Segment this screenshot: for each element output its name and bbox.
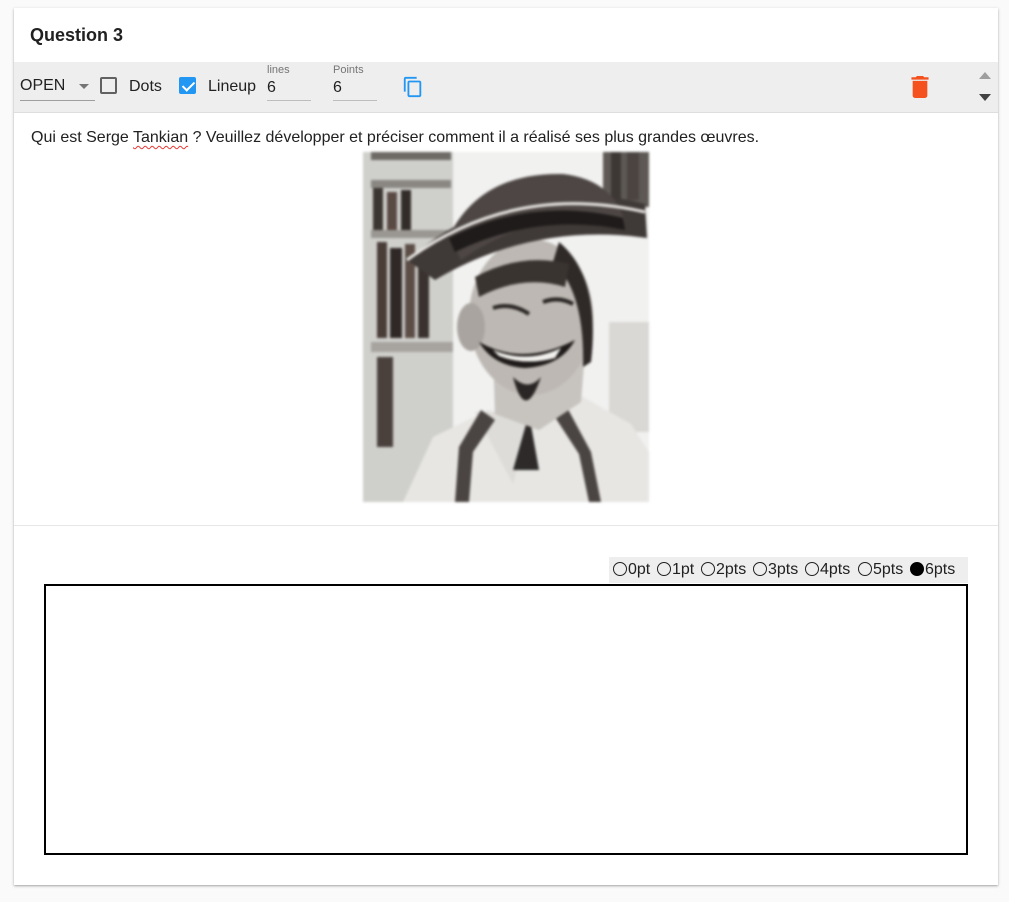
points-option-label: 5pts — [873, 561, 904, 578]
misspelled-word: Tankian — [132, 129, 189, 146]
points-field-label: Points — [333, 64, 364, 76]
points-option-0[interactable]: 0pt — [613, 561, 650, 579]
question-title: Question 3 — [30, 25, 124, 45]
section-divider — [14, 525, 998, 526]
question-card: Question 3 OPEN Dots Lineup lines Points — [14, 8, 998, 885]
lineup-checkbox[interactable] — [179, 77, 196, 94]
points-option-2[interactable]: 2pts — [701, 561, 746, 579]
points-field: Points — [333, 64, 377, 101]
points-selector: 0pt 1pt 2pts 3pts 4pts 5pts 6pts — [609, 557, 968, 583]
question-text: Qui est Serge Tankian ? Veuillez dévelop… — [31, 129, 759, 147]
arrow-down-icon[interactable] — [979, 94, 991, 101]
points-option-label: 6pts — [925, 561, 956, 578]
points-option-3[interactable]: 3pts — [753, 561, 798, 579]
check-icon — [181, 78, 196, 92]
radio-selected-icon — [910, 562, 924, 576]
question-text-start: Qui est Serge — [31, 129, 133, 146]
points-option-label: 0pt — [628, 561, 651, 578]
radio-empty-icon — [701, 562, 715, 576]
points-option-label: 4pts — [820, 561, 851, 578]
copy-button[interactable] — [402, 75, 424, 99]
points-option-label: 2pts — [716, 561, 747, 578]
radio-empty-icon — [613, 562, 627, 576]
lines-field-label: lines — [267, 64, 290, 76]
dots-checkbox[interactable] — [100, 77, 117, 94]
question-text-end: ? Veuillez développer et préciser commen… — [188, 129, 760, 146]
points-option-6[interactable]: 6pts — [910, 561, 955, 579]
lines-field: lines — [267, 64, 311, 101]
trash-icon — [911, 76, 929, 98]
dots-label: Dots — [129, 78, 162, 95]
reorder-arrows — [978, 70, 992, 106]
points-option-5[interactable]: 5pts — [858, 561, 903, 579]
lineup-label: Lineup — [208, 78, 257, 95]
points-input[interactable] — [333, 79, 377, 97]
radio-empty-icon — [805, 562, 819, 576]
arrow-up-icon[interactable] — [979, 72, 991, 79]
radio-empty-icon — [858, 562, 872, 576]
lines-input[interactable] — [267, 79, 311, 97]
question-type-value: OPEN — [20, 77, 66, 94]
points-option-label: 1pt — [672, 561, 695, 578]
question-type-select[interactable]: OPEN — [20, 72, 95, 101]
chevron-down-icon — [79, 84, 89, 89]
answer-area[interactable] — [44, 584, 968, 855]
points-option-4[interactable]: 4pts — [805, 561, 850, 579]
points-option-1[interactable]: 1pt — [657, 561, 694, 579]
radio-empty-icon — [657, 562, 671, 576]
question-photo — [363, 152, 649, 502]
points-option-label: 3pts — [768, 561, 799, 578]
copy-icon — [403, 76, 422, 98]
radio-empty-icon — [753, 562, 767, 576]
question-toolbar: OPEN Dots Lineup lines Points — [14, 62, 998, 113]
delete-button[interactable] — [910, 76, 930, 98]
